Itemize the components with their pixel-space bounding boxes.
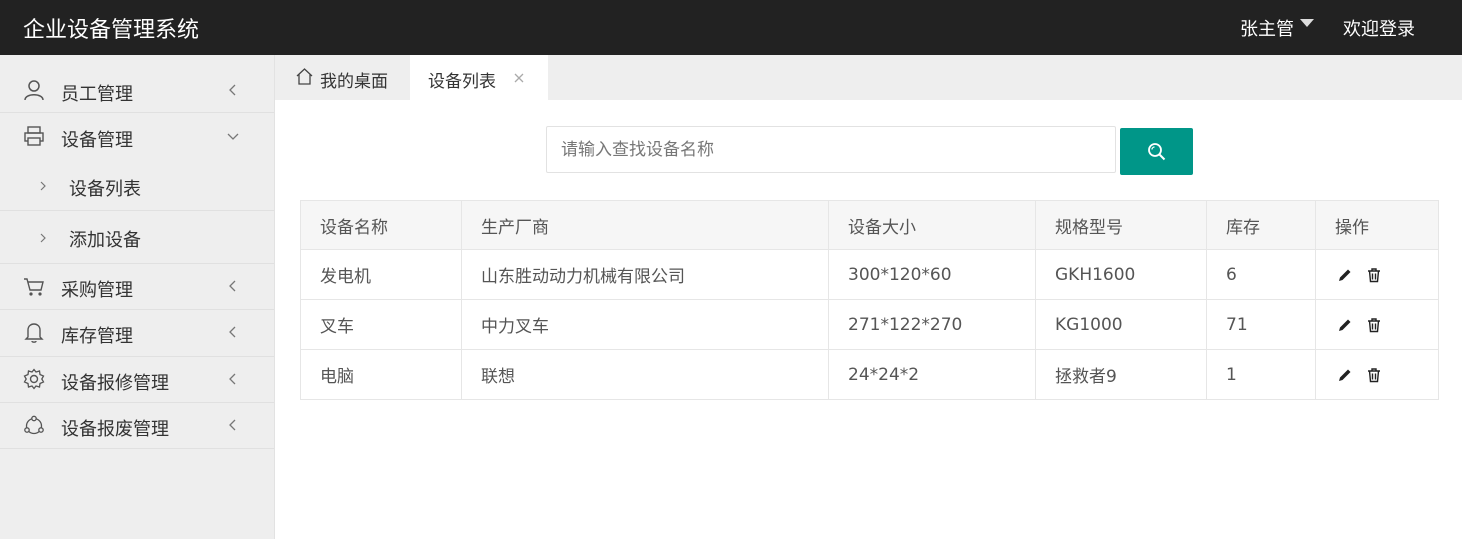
sidebar-item-label: 设备列表 bbox=[69, 179, 141, 200]
table-row: 发电机 山东胜动动力机械有限公司 300*120*60 GKH1600 6 bbox=[300, 249, 1439, 300]
chevron-left-icon bbox=[229, 419, 236, 431]
chevron-left-icon bbox=[229, 326, 236, 338]
sidebar-item-inventory[interactable]: 库存管理 bbox=[0, 310, 274, 357]
user-icon bbox=[24, 80, 44, 101]
sidebar-item-equipment[interactable]: 设备管理 bbox=[0, 113, 274, 160]
chevron-left-icon bbox=[229, 373, 236, 385]
cell-name: 发电机 bbox=[300, 249, 462, 300]
sidebar-item-purchase[interactable]: 采购管理 bbox=[0, 264, 274, 310]
user-menu[interactable]: 张主管 bbox=[1240, 15, 1294, 41]
table-header-row: 设备名称 生产厂商 设备大小 规格型号 库存 操作 bbox=[300, 200, 1439, 250]
search-icon bbox=[1148, 143, 1166, 161]
gear-icon bbox=[23, 368, 45, 390]
sidebar-item-label: 设备报废管理 bbox=[61, 419, 169, 440]
edit-icon[interactable] bbox=[1337, 267, 1353, 283]
delete-icon[interactable] bbox=[1366, 267, 1382, 283]
home-icon bbox=[296, 68, 313, 85]
tab-device-list[interactable]: 设备列表 bbox=[410, 55, 548, 100]
top-header: 企业设备管理系统 张主管 欢迎登录 bbox=[0, 0, 1462, 55]
cell-maker: 中力叉车 bbox=[461, 299, 829, 350]
table-row: 叉车 中力叉车 271*122*270 KG1000 71 bbox=[300, 299, 1439, 350]
cell-stock: 1 bbox=[1206, 349, 1316, 400]
search-button[interactable] bbox=[1120, 128, 1193, 175]
sidebar: 员工管理 设备管理 设备列表 添加设备 采购管理 库存管理 设备报修管理 设备报… bbox=[0, 55, 275, 539]
sidebar-item-label: 库存管理 bbox=[61, 326, 133, 347]
chevron-down-icon bbox=[227, 133, 239, 140]
tab-bar: 我的桌面 设备列表 bbox=[275, 55, 1462, 100]
tab-my-desktop[interactable]: 我的桌面 bbox=[275, 55, 410, 100]
cart-icon bbox=[24, 278, 44, 296]
delete-icon[interactable] bbox=[1366, 317, 1382, 333]
sidebar-item-label: 采购管理 bbox=[61, 280, 133, 301]
sidebar-item-scrap[interactable]: 设备报废管理 bbox=[0, 403, 274, 449]
cell-name: 电脑 bbox=[300, 349, 462, 400]
share-icon bbox=[24, 415, 44, 435]
cell-stock: 71 bbox=[1206, 299, 1316, 350]
cell-actions bbox=[1315, 299, 1439, 350]
sidebar-subitem-add-device[interactable]: 添加设备 bbox=[0, 211, 274, 264]
close-icon[interactable] bbox=[512, 71, 526, 85]
cell-size: 300*120*60 bbox=[828, 249, 1036, 300]
column-header: 设备大小 bbox=[828, 200, 1036, 250]
cell-spec: GKH1600 bbox=[1035, 249, 1207, 300]
cell-stock: 6 bbox=[1206, 249, 1316, 300]
chevron-left-icon bbox=[229, 84, 236, 96]
app-title: 企业设备管理系统 bbox=[23, 18, 200, 43]
cell-name: 叉车 bbox=[300, 299, 462, 350]
tab-label: 设备列表 bbox=[428, 72, 496, 92]
edit-icon[interactable] bbox=[1337, 317, 1353, 333]
printer-icon bbox=[24, 126, 44, 146]
chevron-right-icon bbox=[40, 181, 46, 191]
welcome-link[interactable]: 欢迎登录 bbox=[1343, 15, 1415, 41]
sidebar-item-employee[interactable]: 员工管理 bbox=[0, 55, 274, 113]
tab-label: 我的桌面 bbox=[320, 72, 388, 92]
cell-maker: 联想 bbox=[461, 349, 829, 400]
edit-icon[interactable] bbox=[1337, 367, 1353, 383]
column-header: 生产厂商 bbox=[461, 200, 829, 250]
cell-spec: 拯救者9 bbox=[1035, 349, 1207, 400]
cell-maker: 山东胜动动力机械有限公司 bbox=[461, 249, 829, 300]
device-table: 设备名称 生产厂商 设备大小 规格型号 库存 操作 发电机 山东胜动动力机械有限… bbox=[300, 200, 1439, 400]
bell-icon bbox=[24, 323, 44, 343]
sidebar-item-label: 设备报修管理 bbox=[61, 373, 169, 394]
sidebar-item-label: 添加设备 bbox=[69, 230, 141, 251]
cell-size: 271*122*270 bbox=[828, 299, 1036, 350]
column-header: 规格型号 bbox=[1035, 200, 1207, 250]
table-row: 电脑 联想 24*24*2 拯救者9 1 bbox=[300, 349, 1439, 400]
sidebar-item-label: 员工管理 bbox=[61, 84, 133, 105]
search-input[interactable] bbox=[546, 126, 1116, 173]
cell-spec: KG1000 bbox=[1035, 299, 1207, 350]
column-header: 库存 bbox=[1206, 200, 1316, 250]
chevron-left-icon bbox=[229, 280, 236, 292]
delete-icon[interactable] bbox=[1366, 367, 1382, 383]
caret-down-icon[interactable] bbox=[1300, 19, 1314, 27]
chevron-right-icon bbox=[40, 233, 46, 243]
sidebar-item-repair[interactable]: 设备报修管理 bbox=[0, 357, 274, 403]
cell-size: 24*24*2 bbox=[828, 349, 1036, 400]
column-header: 操作 bbox=[1315, 200, 1439, 250]
cell-actions bbox=[1315, 349, 1439, 400]
sidebar-subitem-device-list[interactable]: 设备列表 bbox=[0, 160, 274, 211]
cell-actions bbox=[1315, 249, 1439, 300]
sidebar-item-label: 设备管理 bbox=[61, 130, 133, 151]
column-header: 设备名称 bbox=[300, 200, 462, 250]
